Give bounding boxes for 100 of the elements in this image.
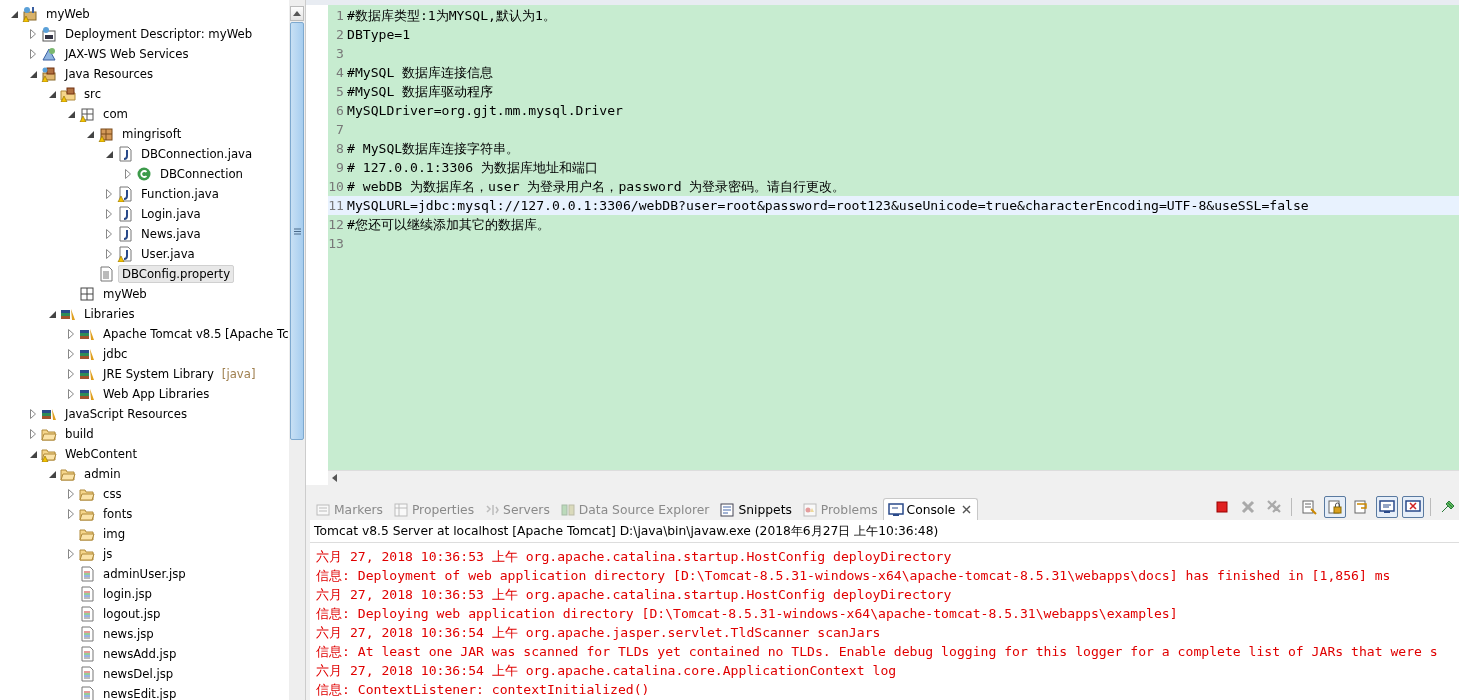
collapsed-triangle-icon[interactable] — [68, 329, 74, 339]
java-file-icon — [117, 226, 133, 242]
jsp-file-icon — [79, 586, 95, 602]
tree-item[interactable]: src — [80, 85, 106, 103]
collapsed-triangle-icon[interactable] — [30, 49, 36, 59]
tree-item[interactable]: js — [99, 545, 117, 563]
tree-item[interactable]: jdbc — [99, 345, 132, 363]
code-line: #MySQL 数据库连接信息 — [347, 63, 494, 82]
code-line: DBType=1 — [347, 27, 411, 42]
expanded-triangle-icon[interactable] — [105, 150, 113, 158]
tree-item[interactable]: newsEdit.jsp — [99, 685, 181, 700]
scrollbar[interactable] — [289, 0, 305, 700]
console-monitor-button[interactable] — [1376, 496, 1398, 518]
remove-all-icon — [1266, 499, 1282, 515]
expanded-triangle-icon[interactable] — [48, 310, 56, 318]
expanded-triangle-icon[interactable] — [10, 10, 18, 18]
descriptor-icon — [41, 26, 57, 42]
collapsed-triangle-icon[interactable] — [125, 169, 131, 179]
collapsed-triangle-icon[interactable] — [68, 489, 74, 499]
tree-item[interactable]: css — [99, 485, 126, 503]
line-number: 6 — [335, 103, 345, 118]
snippets-icon — [719, 501, 736, 518]
folder-icon — [79, 526, 95, 542]
expanded-triangle-icon[interactable] — [67, 110, 75, 118]
tree-item[interactable]: JAX-WS Web Services — [61, 45, 193, 63]
tree-item[interactable]: build — [61, 425, 98, 443]
tree-item[interactable]: admin — [80, 465, 125, 483]
collapsed-triangle-icon[interactable] — [30, 409, 36, 419]
clear-console-icon — [1301, 499, 1317, 515]
tree-item[interactable]: login.jsp — [99, 585, 156, 603]
expanded-triangle-icon[interactable] — [48, 90, 56, 98]
tree-item[interactable]: DBConnection.java — [137, 145, 257, 163]
tree-item[interactable]: WebContent — [61, 445, 141, 463]
tree-item[interactable]: fonts — [99, 505, 137, 523]
tree-item[interactable]: img — [99, 525, 130, 543]
tree-item[interactable]: DBConfig.property — [118, 265, 235, 283]
code-line: # MySQL数据库连接字符串。 — [347, 139, 520, 158]
folder-icon — [79, 546, 95, 562]
line-number: 3 — [335, 46, 345, 61]
error-monitor-button[interactable] — [1402, 496, 1424, 518]
tree-item[interactable]: Libraries — [80, 305, 139, 323]
error-monitor-icon — [1405, 499, 1421, 515]
grid-icon — [79, 286, 95, 302]
line-number: 10 — [328, 179, 345, 194]
folder-icon — [79, 506, 95, 522]
tree-item[interactable]: mingrisoft — [118, 125, 186, 143]
jsp-file-icon — [79, 666, 95, 682]
tree-item[interactable]: Function.java — [137, 185, 223, 203]
tree-item[interactable]: DBConnection — [156, 165, 247, 183]
collapsed-triangle-icon[interactable] — [106, 249, 112, 259]
collapsed-triangle-icon[interactable] — [68, 389, 74, 399]
collapsed-triangle-icon[interactable] — [106, 209, 112, 219]
collapsed-triangle-icon[interactable] — [30, 429, 36, 439]
tree-item[interactable]: Apache Tomcat v8.5 [Apache Tc — [99, 325, 289, 343]
lock-button[interactable] — [1324, 496, 1346, 518]
scrollbar-thumb[interactable] — [290, 22, 304, 440]
folder-icon — [60, 466, 76, 482]
line-number: 5 — [335, 84, 345, 99]
remove-icon — [1240, 499, 1256, 515]
jsp-file-icon — [79, 646, 95, 662]
code-line: #数据库类型:1为MYSQL,默认为1。 — [347, 6, 556, 25]
scroll-left-arrow-icon[interactable] — [332, 474, 337, 482]
expanded-triangle-icon[interactable] — [29, 70, 37, 78]
tree-item[interactable]: Web App Libraries — [99, 385, 214, 403]
console-line: 信息: Deployment of web application directory [D:\Tomcat-8.5.31-windows-x64\apache-tomcat-8.5.31\webapps\docs] has finished in [1,856] ms — [316, 567, 1391, 585]
console-line: 六月 27, 2018 10:36:53 上午 org.apache.catalina.startup.HostConfig deployDirectory — [316, 586, 952, 604]
close-icon[interactable] — [962, 505, 972, 514]
collapsed-triangle-icon[interactable] — [68, 549, 74, 559]
collapsed-triangle-icon[interactable] — [106, 189, 112, 199]
tree-item[interactable]: newsDel.jsp — [99, 665, 178, 683]
tree-item[interactable]: news.jsp — [99, 625, 158, 643]
tree-item[interactable]: Login.java — [137, 205, 205, 223]
word-wrap-icon — [1353, 499, 1369, 515]
tree-item[interactable]: User.java — [137, 245, 199, 263]
collapsed-triangle-icon[interactable] — [68, 509, 74, 519]
expanded-triangle-icon[interactable] — [29, 450, 37, 458]
tree-item[interactable]: newsAdd.jsp — [99, 645, 181, 663]
tree-item[interactable]: adminUser.jsp — [99, 565, 190, 583]
tree-item[interactable]: Deployment Descriptor: myWeb — [61, 25, 257, 43]
tree-item[interactable]: com — [99, 105, 132, 123]
panel-tab[interactable]: Console — [882, 498, 979, 520]
expanded-triangle-icon[interactable] — [86, 130, 94, 138]
collapsed-triangle-icon[interactable] — [68, 369, 74, 379]
line-number: 4 — [335, 65, 345, 80]
code-line: #您还可以继续添加其它的数据库。 — [347, 215, 550, 234]
tree-item[interactable]: myWeb — [42, 5, 94, 23]
tree-item[interactable]: Java Resources — [61, 65, 158, 83]
table-icon — [392, 501, 409, 518]
tree-item[interactable]: logout.jsp — [99, 605, 165, 623]
collapsed-triangle-icon[interactable] — [68, 349, 74, 359]
expanded-triangle-icon[interactable] — [48, 470, 56, 478]
tree-item[interactable]: myWeb — [99, 285, 151, 303]
tree-item[interactable]: JavaScript Resources — [61, 405, 191, 423]
text-file-icon — [98, 266, 114, 282]
collapsed-triangle-icon[interactable] — [106, 229, 112, 239]
panel-tab[interactable]: Snippets — [714, 498, 797, 520]
tree-item[interactable]: JRE System Library — [99, 365, 218, 383]
tree-item[interactable]: News.java — [137, 225, 205, 243]
horizontal-scrollbar[interactable] — [328, 470, 1459, 485]
collapsed-triangle-icon[interactable] — [30, 29, 36, 39]
